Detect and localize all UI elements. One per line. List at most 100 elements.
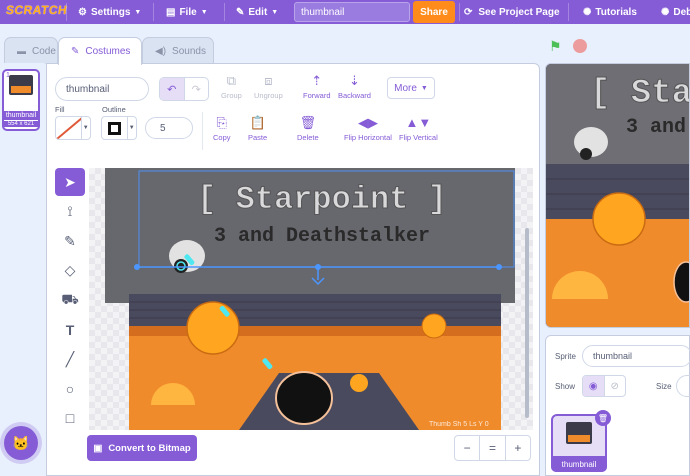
backward-label: Backward [338, 91, 371, 100]
ungroup-button[interactable]: ⧈ Ungroup [254, 73, 283, 101]
text-tool[interactable]: T [55, 316, 85, 344]
rectangle-icon: □ [65, 410, 75, 426]
edit-menu[interactable]: ✎ Edit ▼ [236, 0, 278, 24]
sprite-name-input[interactable]: thumbnail [582, 345, 690, 367]
scratch-logo[interactable]: SCRATCH [5, 3, 68, 17]
costume-name-input[interactable]: thumbnail [55, 77, 149, 101]
paste-button[interactable]: 📋 Paste [248, 116, 267, 143]
circle-tool[interactable]: ○ [55, 375, 85, 403]
canvas-watermark-text: Thumb Sh 5 Ls Y 0 [429, 421, 489, 428]
outline-width-input[interactable]: 5 [145, 117, 193, 139]
zoom-in-button[interactable]: + [504, 436, 530, 460]
drawing-tools: ➤ ⟟ ✎ ◇ ⛟ T ╱ ○ □ [55, 168, 85, 434]
lightbulb-icon: ✺ [583, 6, 592, 18]
eye-slash-icon: ⊘ [610, 380, 619, 392]
add-costume-button[interactable]: 🐱 [4, 426, 38, 460]
copy-button[interactable]: ⎘ Copy [213, 116, 231, 143]
line-tool[interactable]: ╱ [55, 345, 85, 373]
costume-name: thumbnail [2, 111, 40, 120]
cursor-icon: ➤ [64, 173, 76, 190]
tutorials-button[interactable]: ✺ Tutorials [583, 0, 637, 24]
chevron-down-icon: ▼ [126, 117, 136, 139]
undo-icon: ↶ [167, 83, 177, 96]
stage[interactable]: [ Sta 3 and D [545, 63, 690, 328]
zoom-reset-icon: = [488, 441, 496, 455]
chevron-down-icon: ▼ [271, 8, 279, 16]
debug-icon: ✺ [661, 6, 670, 18]
backward-button[interactable]: ⇣ Backward [338, 74, 371, 101]
toolbar-divider [202, 112, 203, 150]
ungroup-icon: ⧈ [264, 73, 273, 88]
costume-list: 1 thumbnail 554 x 621 🐱 [0, 63, 44, 476]
redo-button[interactable]: ↷ [183, 78, 209, 100]
zoom-out-icon: − [463, 441, 471, 455]
flip-vertical-button[interactable]: ▲▼ Flip Vertical [399, 115, 438, 143]
chevron-down-icon: ▼ [420, 84, 428, 92]
flip-horizontal-icon: ◀▶ [357, 115, 378, 130]
size-input[interactable] [676, 375, 690, 397]
more-button[interactable]: More ▼ [387, 77, 435, 99]
size-label: Size [656, 382, 672, 391]
tab-costumes-label: Costumes [85, 46, 131, 57]
forward-button[interactable]: ⇡ Forward [303, 73, 331, 101]
settings-menu[interactable]: ⚙ Settings ▼ [78, 0, 141, 24]
tab-sounds[interactable]: ◀) Sounds [142, 37, 214, 64]
delete-label: Delete [297, 133, 319, 142]
zoom-in-icon: + [514, 441, 522, 455]
chevron-down-icon: ▼ [134, 8, 142, 16]
project-title-input[interactable]: thumbnail [294, 2, 410, 22]
group-label: Group [221, 91, 242, 100]
zoom-out-button[interactable]: − [455, 436, 479, 460]
line-icon: ╱ [65, 350, 75, 367]
forward-label: Forward [303, 91, 331, 100]
eraser-tool[interactable]: ◇ [55, 257, 85, 285]
share-button[interactable]: Share [413, 1, 455, 23]
menu-divider [459, 3, 460, 21]
convert-to-bitmap-button[interactable]: ▣ Convert to Bitmap [87, 435, 197, 461]
paint-canvas[interactable]: [ Starpoint ] 3 and Deathstalker Thumb S… [89, 168, 533, 430]
sprite-label: Sprite [555, 352, 576, 361]
circle-icon: ○ [65, 380, 75, 397]
show-button[interactable]: ◉ [583, 376, 604, 396]
select-tool[interactable]: ➤ [55, 168, 85, 196]
green-flag-icon[interactable]: ⚑ [549, 38, 562, 55]
project-page-icon: ⟳ [464, 6, 473, 18]
group-icon: ⧉ [226, 73, 237, 88]
outline-label: Outline [102, 105, 126, 114]
fill-label: Fill [55, 105, 65, 114]
rectangle-tool[interactable]: □ [55, 404, 85, 432]
zoom-reset-button[interactable]: = [479, 436, 504, 460]
costume-artwork: [ Starpoint ] 3 and Deathstalker Thumb S… [105, 168, 529, 430]
reshape-tool[interactable]: ⟟ [55, 198, 85, 226]
costume-item[interactable]: 1 thumbnail 554 x 621 [2, 69, 40, 131]
tab-code[interactable]: ▬ Code [4, 37, 58, 64]
see-project-page-button[interactable]: ⟳ See Project Page [464, 0, 560, 24]
flip-horizontal-button[interactable]: ◀▶ Flip Horizontal [344, 115, 392, 143]
outline-color-picker[interactable]: ▼ [101, 116, 137, 140]
fill-tool[interactable]: ⛟ [55, 286, 85, 314]
fill-color-picker[interactable]: ▼ [55, 116, 91, 140]
delete-sprite-button[interactable]: 🗑 [595, 410, 611, 426]
sprite-item[interactable]: thumbnail 🗑 [551, 410, 611, 472]
group-button[interactable]: ⧉ Group [221, 73, 242, 101]
file-menu[interactable]: ▤ File ▼ [166, 0, 208, 24]
canvas-title-text: [ Starpoint ] [197, 181, 447, 218]
flip-vertical-icon: ▲▼ [405, 115, 432, 130]
copy-label: Copy [213, 133, 231, 142]
forward-icon: ⇡ [311, 73, 323, 88]
ungroup-label: Ungroup [254, 91, 283, 100]
hide-button[interactable]: ⊘ [603, 376, 626, 396]
sprite-thumbnail-image [566, 422, 592, 444]
delete-button[interactable]: 🗑 Delete [297, 116, 319, 143]
brush-icon: ✎ [64, 232, 76, 249]
see-project-page-label: See Project Page [478, 6, 560, 18]
brush-icon: ✎ [71, 46, 80, 57]
file-label: File [179, 6, 197, 18]
code-icon: ▬ [17, 46, 26, 56]
debug-button[interactable]: ✺ Debu [661, 0, 690, 24]
flip-vertical-label: Flip Vertical [399, 133, 438, 142]
brush-tool[interactable]: ✎ [55, 227, 85, 255]
stop-icon[interactable] [573, 39, 587, 53]
tab-costumes[interactable]: ✎ Costumes [58, 37, 142, 65]
undo-button[interactable]: ↶ [160, 78, 184, 100]
